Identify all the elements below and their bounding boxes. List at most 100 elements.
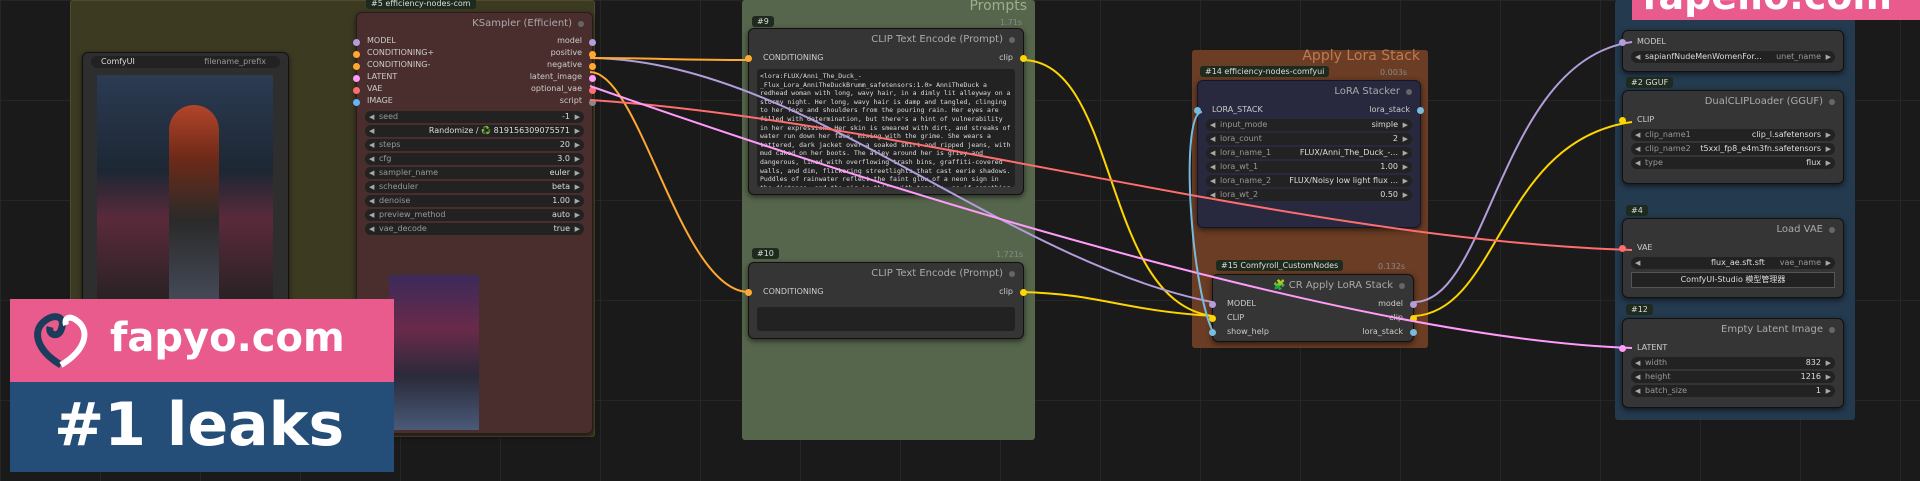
output-port[interactable]	[1410, 301, 1417, 308]
widget-latent-1[interactable]: ◀ height 1216 ▶	[1631, 371, 1835, 383]
collapse-dot[interactable]	[1406, 89, 1412, 95]
next-arrow-icon[interactable]: ▶	[1403, 189, 1408, 201]
next-arrow-icon[interactable]: ▶	[1826, 357, 1831, 369]
prev-arrow-icon[interactable]: ◀	[1210, 189, 1215, 201]
unet-loader-node[interactable]: MODEL ◀ unet_name sapianfNudeMenWomenFor…	[1619, 30, 1844, 72]
next-arrow-icon[interactable]: ▶	[1826, 257, 1831, 269]
negative-prompt-textarea[interactable]	[757, 307, 1015, 331]
widget-lora_stacker-5[interactable]: ◀ lora_wt_2 0.50 ▶	[1206, 189, 1412, 201]
output-port[interactable]	[353, 39, 360, 46]
prev-arrow-icon[interactable]: ◀	[1635, 51, 1640, 63]
output-port[interactable]	[353, 75, 360, 82]
output-port[interactable]	[353, 63, 360, 70]
input-port-clip[interactable]	[1020, 289, 1027, 296]
next-arrow-icon[interactable]: ▶	[1826, 385, 1831, 397]
next-arrow-icon[interactable]: ▶	[575, 195, 580, 207]
collapse-dot[interactable]	[1009, 37, 1015, 43]
input-port[interactable]	[589, 99, 596, 106]
widget-dualclip-0[interactable]: ◀ clip_name1 clip_l.safetensors ▶	[1631, 129, 1835, 141]
prev-arrow-icon[interactable]: ◀	[1635, 385, 1640, 397]
input-port[interactable]	[589, 51, 596, 58]
widget-ksampler-5[interactable]: ◀ scheduler beta ▶	[365, 181, 584, 193]
prev-arrow-icon[interactable]: ◀	[1635, 371, 1640, 383]
input-port[interactable]	[589, 63, 596, 70]
input-port-clip[interactable]	[1020, 55, 1027, 62]
input-port[interactable]	[1209, 315, 1216, 322]
unet-name-widget[interactable]: ◀ unet_name sapianfNudeMenWomenFor... ▶	[1631, 51, 1835, 63]
prev-arrow-icon[interactable]: ◀	[369, 195, 374, 207]
output-port[interactable]	[353, 87, 360, 94]
next-arrow-icon[interactable]: ▶	[1403, 119, 1408, 131]
collapse-dot[interactable]	[1829, 327, 1835, 333]
collapse-dot[interactable]	[1009, 271, 1015, 277]
next-arrow-icon[interactable]: ▶	[575, 209, 580, 221]
widget-ksampler-0[interactable]: ◀ seed -1 ▶	[365, 111, 584, 123]
lora-stacker-node[interactable]: LoRA Stacker LORA_STACK lora_stack ◀ inpu…	[1194, 80, 1424, 228]
widget-latent-0[interactable]: ◀ width 832 ▶	[1631, 357, 1835, 369]
widget-lora_stacker-4[interactable]: ◀ lora_name_2 FLUX/Noisy low light flux ..…	[1206, 175, 1412, 187]
prev-arrow-icon[interactable]: ◀	[1210, 147, 1215, 159]
widget-lora_stacker-0[interactable]: ◀ input_mode simple ▶	[1206, 119, 1412, 131]
widget-ksampler-4[interactable]: ◀ sampler_name euler ▶	[365, 167, 584, 179]
next-arrow-icon[interactable]: ▶	[1826, 143, 1831, 155]
output-port-model[interactable]	[1619, 39, 1626, 46]
prompt-textarea[interactable]: <lora:FLUX/Anni_The_Duck_-_Flux_Lora_Ann…	[757, 69, 1015, 187]
widget-ksampler-7[interactable]: ◀ preview_method auto ▶	[365, 209, 584, 221]
widget-ksampler-3[interactable]: ◀ cfg 3.0 ▶	[365, 153, 584, 165]
input-port[interactable]	[589, 87, 596, 94]
output-port[interactable]	[353, 99, 360, 106]
collapse-dot[interactable]	[578, 21, 584, 27]
widget-ksampler-8[interactable]: ◀ vae_decode true ▶	[365, 223, 584, 235]
clip-neg-node[interactable]: CLIP Text Encode (Prompt) clip CONDITION…	[745, 262, 1027, 339]
collapse-dot[interactable]	[1399, 283, 1405, 289]
prev-arrow-icon[interactable]: ◀	[1635, 129, 1640, 141]
filename-prefix-widget[interactable]: filename_prefix ComfyUI	[91, 56, 280, 68]
prev-arrow-icon[interactable]: ◀	[369, 153, 374, 165]
next-arrow-icon[interactable]: ▶	[1826, 51, 1831, 63]
widget-latent-2[interactable]: ◀ batch_size 1 ▶	[1631, 385, 1835, 397]
prev-arrow-icon[interactable]: ◀	[1210, 133, 1215, 145]
input-port[interactable]	[589, 75, 596, 82]
collapse-dot[interactable]	[1829, 99, 1835, 105]
input-port[interactable]	[1209, 301, 1216, 308]
next-arrow-icon[interactable]: ▶	[1403, 161, 1408, 173]
next-arrow-icon[interactable]: ▶	[1403, 133, 1408, 145]
widget-dualclip-2[interactable]: ◀ type flux ▶	[1631, 157, 1835, 169]
prev-arrow-icon[interactable]: ◀	[369, 223, 374, 235]
output-port-conditioning[interactable]	[745, 55, 752, 62]
next-arrow-icon[interactable]: ▶	[1826, 157, 1831, 169]
next-arrow-icon[interactable]: ▶	[575, 111, 580, 123]
clip-pos-node[interactable]: CLIP Text Encode (Prompt) clip CONDITION…	[745, 28, 1027, 195]
widget-ksampler-6[interactable]: ◀ denoise 1.00 ▶	[365, 195, 584, 207]
output-port-conditioning[interactable]	[745, 289, 752, 296]
next-arrow-icon[interactable]: ▶	[1403, 175, 1408, 187]
prev-arrow-icon[interactable]: ◀	[1210, 161, 1215, 173]
prev-arrow-icon[interactable]: ◀	[1210, 119, 1215, 131]
cr-apply-node[interactable]: 🧩 CR Apply LoRA Stack MODEL model CLIP clip…	[1209, 274, 1417, 342]
output-port-latent[interactable]	[1619, 345, 1626, 352]
dualclip-node[interactable]: DualCLIPLoader (GGUF) CLIP ◀ clip_name1 cl…	[1619, 90, 1844, 184]
output-port[interactable]	[353, 51, 360, 58]
vae-name-widget[interactable]: ◀ vae_name flux_ae.sft.sft ▶	[1631, 257, 1835, 269]
input-port[interactable]	[589, 39, 596, 46]
next-arrow-icon[interactable]: ▶	[575, 139, 580, 151]
input-port-lora-stack[interactable]	[1194, 107, 1201, 114]
prev-arrow-icon[interactable]: ◀	[1635, 157, 1640, 169]
prev-arrow-icon[interactable]: ◀	[369, 181, 374, 193]
widget-lora_stacker-1[interactable]: ◀ lora_count 2 ▶	[1206, 133, 1412, 145]
prev-arrow-icon[interactable]: ◀	[369, 125, 374, 137]
widget-dualclip-1[interactable]: ◀ clip_name2 t5xxl_fp8_e4m3fn.safetensors ▶	[1631, 143, 1835, 155]
prev-arrow-icon[interactable]: ◀	[1635, 143, 1640, 155]
next-arrow-icon[interactable]: ▶	[575, 167, 580, 179]
output-port-clip[interactable]	[1619, 117, 1626, 124]
next-arrow-icon[interactable]: ▶	[1403, 147, 1408, 159]
prev-arrow-icon[interactable]: ◀	[369, 167, 374, 179]
empty-latent-node[interactable]: Empty Latent Image LATENT ◀ width 832 ▶ ◀ hei…	[1619, 318, 1844, 408]
output-port-vae[interactable]	[1619, 245, 1626, 252]
next-arrow-icon[interactable]: ▶	[1826, 129, 1831, 141]
next-arrow-icon[interactable]: ▶	[575, 153, 580, 165]
widget-lora_stacker-3[interactable]: ◀ lora_wt_1 1.00 ▶	[1206, 161, 1412, 173]
prev-arrow-icon[interactable]: ◀	[1635, 357, 1640, 369]
next-arrow-icon[interactable]: ▶	[575, 223, 580, 235]
next-arrow-icon[interactable]: ▶	[1826, 371, 1831, 383]
